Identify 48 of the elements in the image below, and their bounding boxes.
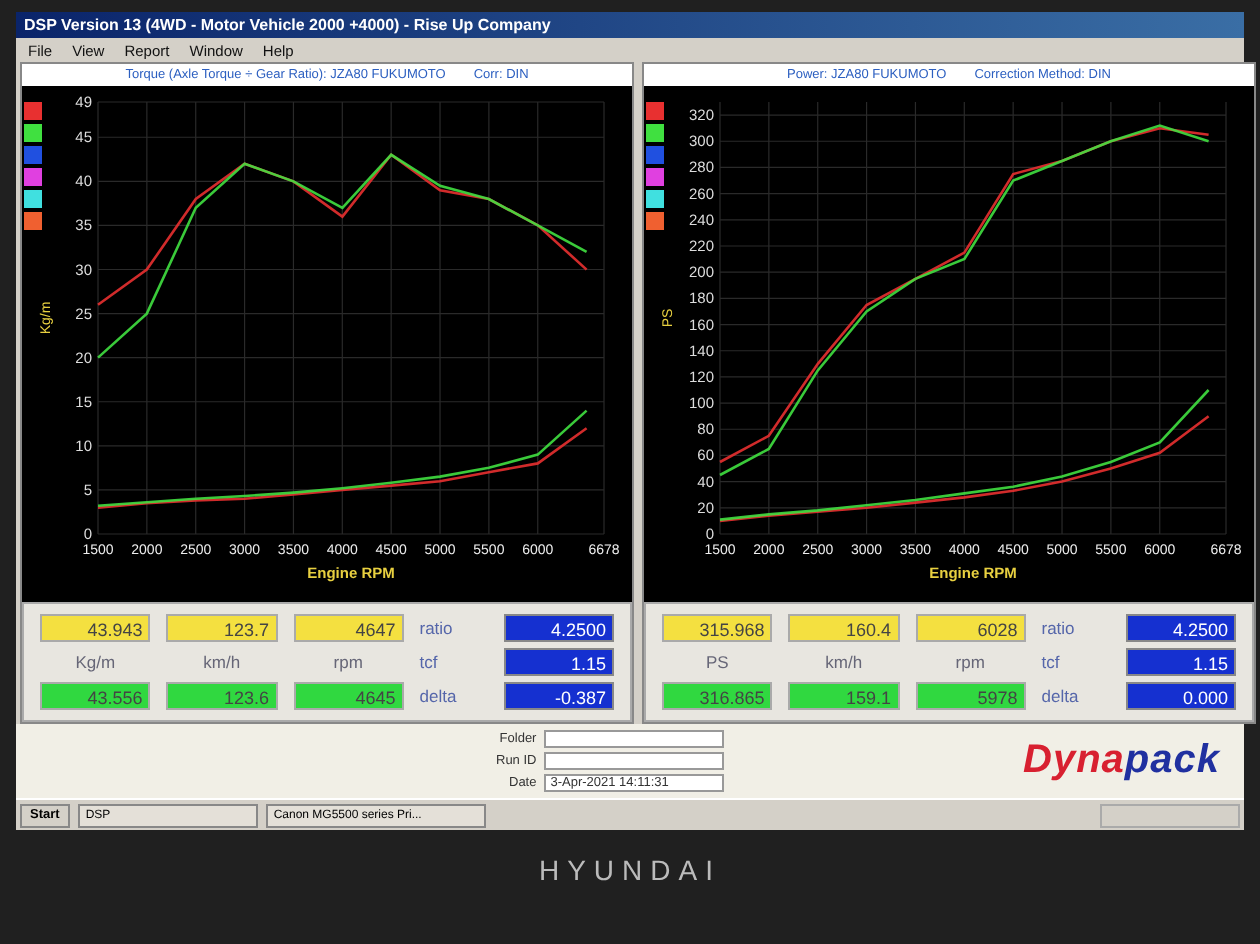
reading-value: 5978 bbox=[915, 682, 1026, 710]
unit-label: rpm bbox=[331, 652, 365, 672]
legend-swatch[interactable] bbox=[646, 168, 664, 186]
param-value: 4.2500 bbox=[503, 614, 614, 642]
legend-swatch[interactable] bbox=[24, 146, 42, 164]
legend-swatch[interactable] bbox=[646, 124, 664, 142]
reading-value: 6028 bbox=[915, 614, 1026, 642]
unit-label: PS bbox=[703, 652, 731, 672]
param-label: ratio bbox=[419, 618, 455, 638]
reading-value: 159.1 bbox=[788, 682, 899, 710]
legend-swatch[interactable] bbox=[24, 212, 42, 230]
legend-swatch[interactable] bbox=[646, 146, 664, 164]
system-tray bbox=[1100, 803, 1240, 827]
unit-label: km/h bbox=[823, 652, 865, 672]
reading-value: 160.4 bbox=[788, 614, 899, 642]
reading-value: 4647 bbox=[293, 614, 404, 642]
unit-label: km/h bbox=[201, 652, 243, 672]
legend-swatch[interactable] bbox=[24, 124, 42, 142]
legend-swatch[interactable] bbox=[24, 168, 42, 186]
unit-label: Kg/m bbox=[73, 652, 118, 672]
unit-label: rpm bbox=[953, 652, 987, 672]
param-value: 1.15 bbox=[1125, 648, 1236, 676]
legend-swatch[interactable] bbox=[646, 102, 664, 120]
param-value: -0.387 bbox=[503, 682, 614, 710]
reading-value: 315.968 bbox=[662, 614, 773, 642]
input-field[interactable] bbox=[544, 730, 725, 748]
legend-swatch[interactable] bbox=[646, 190, 664, 208]
legend-swatch[interactable] bbox=[24, 102, 42, 120]
brand-label: HYUNDAI bbox=[538, 854, 721, 886]
reading-value: 43.556 bbox=[40, 682, 151, 710]
legend-swatch[interactable] bbox=[24, 190, 42, 208]
param-label: delta bbox=[1041, 686, 1081, 706]
reading-value: 123.7 bbox=[166, 614, 277, 642]
input-field[interactable] bbox=[544, 752, 725, 770]
legend-swatch[interactable] bbox=[646, 212, 664, 230]
param-value: 0.000 bbox=[1125, 682, 1236, 710]
brand-logo: Dynapack bbox=[1023, 738, 1220, 784]
param-value: 4.2500 bbox=[1125, 614, 1236, 642]
reading-value: 123.6 bbox=[166, 682, 277, 710]
param-label: delta bbox=[419, 686, 459, 706]
window-title: DSP Version 13 (4WD - Motor Vehicle 2000 +4000) - Rise Up Company bbox=[16, 12, 1244, 38]
reading-value: 43.943 bbox=[40, 614, 151, 642]
param-value: 1.15 bbox=[503, 648, 614, 676]
reading-value: 4645 bbox=[293, 682, 404, 710]
param-label: ratio bbox=[1041, 618, 1077, 638]
param-label: tcf bbox=[1041, 652, 1062, 672]
param-label: tcf bbox=[419, 652, 440, 672]
reading-value: 316.865 bbox=[662, 682, 773, 710]
